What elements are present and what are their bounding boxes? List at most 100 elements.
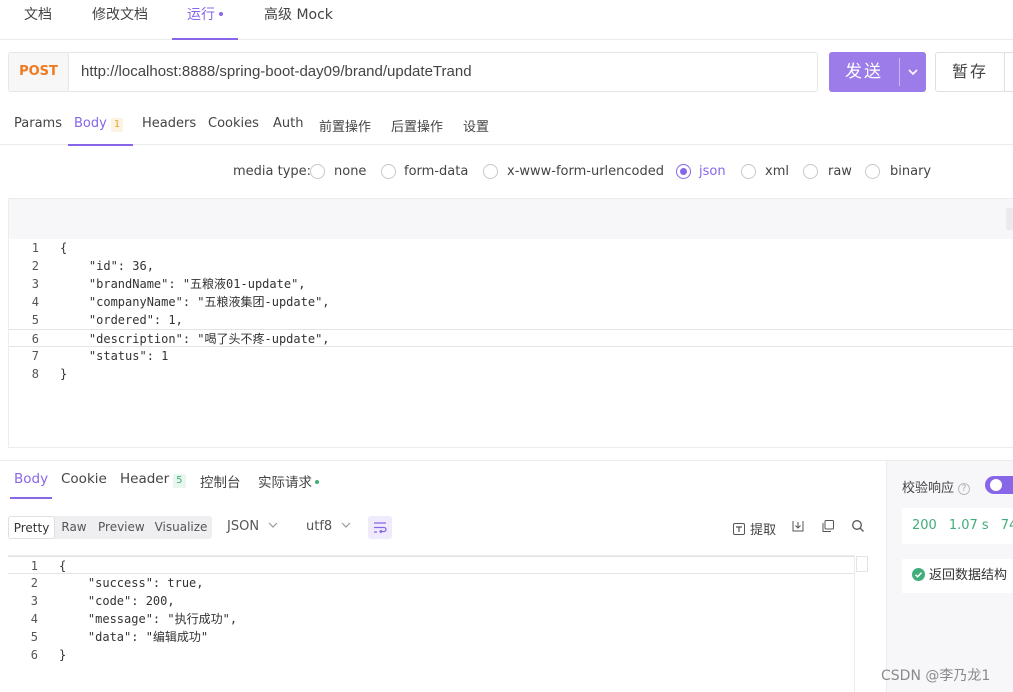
tab-response-header-label: Header	[120, 471, 170, 487]
response-size: 74	[1000, 518, 1013, 533]
code-line: 7 "status": 1	[9, 347, 1013, 365]
radio-none[interactable]	[310, 164, 325, 179]
request-body-code[interactable]: 1{ 2 "id": 36, 3 "brandName": "五粮液01-upd…	[9, 239, 1013, 383]
wrap-icon	[374, 522, 387, 534]
save-button[interactable]: 暂存	[935, 52, 1005, 92]
watermark: CSDN @李乃龙1	[881, 668, 991, 684]
tab-response-header[interactable]: Header 5	[120, 471, 186, 499]
line-number: 4	[31, 295, 39, 309]
tab-body[interactable]: Body 1	[67, 116, 134, 146]
tab-body-label: Body	[74, 116, 107, 131]
copy-button[interactable]	[821, 519, 835, 537]
radio-x-www-form-urlencoded-label[interactable]: x-www-form-urlencoded	[507, 164, 664, 179]
tab-settings-label: 设置	[463, 120, 490, 135]
editor-tool-button[interactable]	[1006, 208, 1013, 230]
validation-toggle[interactable]	[985, 476, 1013, 494]
code-line: 3 "brandName": "五粮液01-update",	[9, 275, 1013, 293]
tab-cookies[interactable]: Cookies	[208, 116, 259, 145]
tab-response-cookie[interactable]: Cookie	[61, 471, 107, 499]
radio-binary-label[interactable]: binary	[890, 164, 931, 179]
radio-json[interactable]	[676, 164, 691, 179]
radio-json-label[interactable]: json	[699, 164, 726, 179]
radio-binary[interactable]	[865, 164, 880, 179]
line-number: 7	[31, 349, 39, 363]
send-options-button[interactable]	[900, 52, 926, 92]
tab-run[interactable]: 运行	[172, 6, 238, 40]
tab-actual-request[interactable]: 实际请求	[258, 471, 319, 499]
tab-params-label: Params	[14, 116, 62, 131]
code-line: 8}	[9, 365, 1013, 383]
code-line: 6}	[8, 646, 854, 664]
search-button[interactable]	[851, 519, 865, 537]
tab-post-actions[interactable]: 后置操作	[391, 116, 443, 145]
tab-settings[interactable]: 设置	[463, 116, 489, 145]
code-line: 5 "ordered": 1,	[9, 311, 1013, 329]
code-text: "code": 200,	[59, 594, 175, 608]
view-mode-segmented: Pretty Raw Preview Visualize	[8, 516, 212, 539]
body-count-badge: 1	[110, 118, 124, 132]
code-line: 1{	[9, 239, 1013, 257]
tab-response-cookie-label: Cookie	[61, 471, 107, 487]
more-button[interactable]	[1004, 52, 1013, 92]
tab-response-body[interactable]: Body	[9, 471, 53, 499]
view-mode-preview[interactable]: Preview	[98, 516, 145, 539]
tab-docs[interactable]: 文档	[24, 6, 52, 40]
view-mode-pretty[interactable]: Pretty	[8, 516, 55, 539]
extract-button[interactable]: 提取	[732, 519, 776, 538]
send-button[interactable]: 发送	[829, 52, 926, 92]
radio-x-www-form-urlencoded[interactable]	[483, 164, 498, 179]
tab-console-label: 控制台	[200, 475, 241, 491]
response-scrollbar[interactable]	[854, 555, 868, 692]
code-line: 4 "companyName": "五粮液集团-update",	[9, 293, 1013, 311]
tab-advanced-mock-label: 高级 Mock	[264, 7, 333, 23]
request-body-editor[interactable]: 1{ 2 "id": 36, 3 "brandName": "五粮液01-upd…	[8, 198, 1013, 448]
encoding-dropdown[interactable]: utf8	[306, 519, 352, 534]
radio-raw-label[interactable]: raw	[828, 164, 852, 179]
format-dropdown[interactable]: JSON	[227, 519, 279, 534]
help-icon[interactable]: ?	[958, 482, 971, 495]
schema-check-card[interactable]: 返回数据结构	[902, 559, 1013, 593]
radio-raw[interactable]	[803, 164, 818, 179]
chevron-down-icon	[268, 522, 278, 528]
method-select[interactable]: POST	[9, 53, 69, 91]
tab-cookies-label: Cookies	[208, 116, 259, 131]
tab-console[interactable]: 控制台	[200, 471, 241, 499]
validation-title: 校验响应?	[902, 477, 971, 496]
tab-edit-docs[interactable]: 修改文档	[92, 6, 148, 40]
radio-xml[interactable]	[741, 164, 756, 179]
url-input[interactable]: http://localhost:8888/spring-boot-day09/…	[81, 53, 472, 91]
code-text: "success": true,	[59, 576, 204, 590]
download-icon	[792, 521, 804, 532]
line-number: 1	[30, 559, 38, 573]
code-text: "id": 36,	[60, 259, 154, 273]
encoding-dropdown-value: utf8	[306, 519, 333, 534]
code-text: "companyName": "五粮液集团-update",	[60, 295, 330, 309]
word-wrap-button[interactable]	[368, 516, 392, 539]
tab-post-actions-label: 后置操作	[391, 120, 444, 135]
code-line: 2 "success": true,	[8, 574, 854, 592]
tab-pre-actions[interactable]: 前置操作	[319, 116, 371, 145]
tab-params[interactable]: Params	[14, 116, 62, 145]
download-button[interactable]	[791, 519, 805, 537]
unsaved-dot-icon	[219, 11, 223, 16]
response-body-viewer[interactable]: 1{ 2 "success": true, 3 "code": 200, 4 "…	[8, 555, 854, 692]
view-mode-visualize[interactable]: Visualize	[154, 516, 208, 539]
line-number: 2	[31, 259, 39, 273]
line-number: 8	[31, 367, 39, 381]
radio-form-data-label[interactable]: form-data	[404, 164, 468, 179]
tab-headers[interactable]: Headers	[142, 116, 196, 145]
send-button-label: 发送	[845, 62, 883, 82]
code-line-active: 1{	[8, 556, 854, 574]
view-mode-raw[interactable]: Raw	[58, 516, 90, 539]
scroll-thumb[interactable]	[856, 556, 868, 572]
radio-form-data[interactable]	[381, 164, 396, 179]
code-text: "ordered": 1,	[60, 313, 183, 327]
code-text: {	[60, 241, 68, 255]
tab-auth[interactable]: Auth	[273, 116, 303, 145]
radio-xml-label[interactable]: xml	[765, 164, 789, 179]
radio-none-label[interactable]: none	[334, 164, 366, 179]
tab-advanced-mock[interactable]: 高级 Mock	[264, 6, 333, 40]
code-text: {	[59, 559, 67, 573]
line-number: 6	[31, 332, 39, 346]
status-dot-icon	[315, 479, 319, 484]
